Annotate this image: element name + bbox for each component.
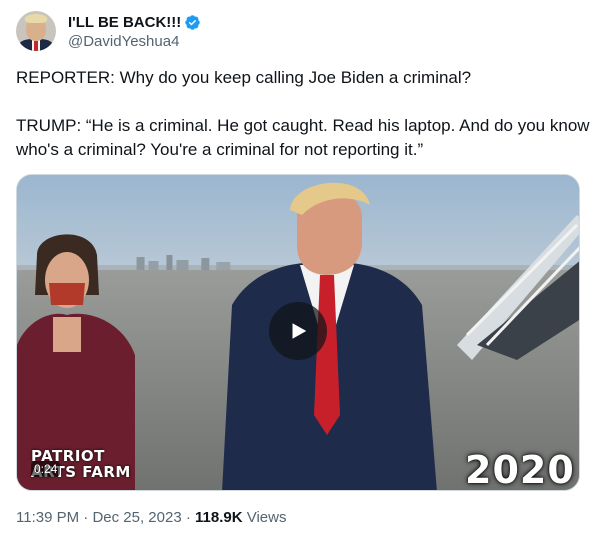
tweet: I'LL BE BACK!!! @DavidYeshua4 REPORTER: … <box>0 0 611 545</box>
play-icon <box>292 323 307 339</box>
avatar[interactable] <box>16 11 56 51</box>
video-player[interactable]: PATRIOT ARTS FARM 0:24 2020 <box>16 174 580 491</box>
airstair <box>457 215 579 360</box>
play-button[interactable] <box>269 302 327 360</box>
views-count[interactable]: 118.9K <box>195 509 243 526</box>
views-label: Views <box>246 509 287 526</box>
meta-separator: · <box>83 509 89 526</box>
video-duration-badge: 0:24 <box>31 461 61 477</box>
video-year-overlay: 2020 <box>465 448 575 491</box>
tweet-meta: 11:39 PM · Dec 25, 2023 · 118.9K Views <box>16 509 286 526</box>
verified-badge-icon <box>185 14 201 30</box>
tweet-text: REPORTER: Why do you keep calling Joe Bi… <box>16 66 596 162</box>
tweet-header: I'LL BE BACK!!! @DavidYeshua4 <box>16 11 201 51</box>
author-names: I'LL BE BACK!!! @DavidYeshua4 <box>68 12 201 50</box>
man-figure <box>222 182 437 490</box>
tweet-paragraph: TRUMP: “He is a criminal. He got caught.… <box>16 116 590 159</box>
tweet-time[interactable]: 11:39 PM <box>16 509 79 526</box>
tweet-paragraph: REPORTER: Why do you keep calling Joe Bi… <box>16 68 472 87</box>
author-handle[interactable]: @DavidYeshua4 <box>68 33 201 50</box>
meta-separator: · <box>185 509 191 526</box>
tweet-date[interactable]: Dec 25, 2023 <box>92 509 181 526</box>
display-name[interactable]: I'LL BE BACK!!! <box>68 14 181 31</box>
